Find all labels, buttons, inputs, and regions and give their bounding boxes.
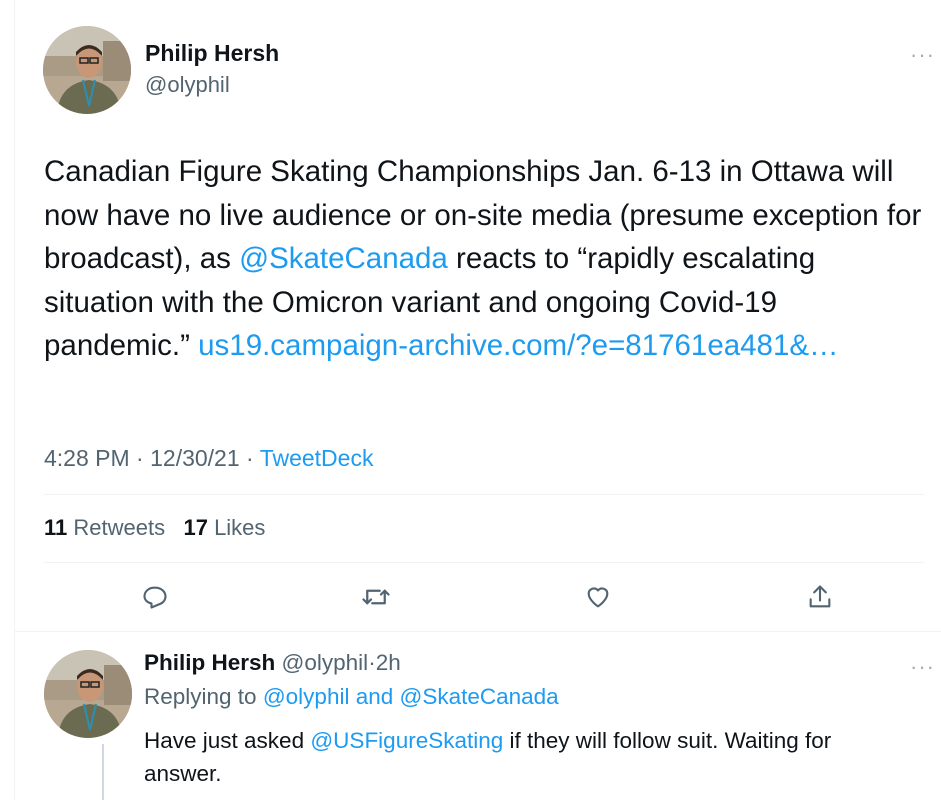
reply-button[interactable] [138,580,172,614]
reply-header: Philip Hersh @olyphil·2h [144,650,401,676]
reply-tweet[interactable]: Philip Hersh @olyphil·2h ··· Replying to… [14,632,941,800]
mention-link[interactable]: @SkateCanada [239,242,448,275]
meta-separator: · [136,445,144,471]
reply-author-handle[interactable]: @olyphil [282,650,369,675]
likes-label: Likes [214,515,266,540]
meta-separator: · [246,445,254,471]
retweets-stat[interactable]: 11 Retweets [44,515,165,540]
retweets-count: 11 [44,515,68,540]
avatar[interactable] [44,650,132,738]
likes-count: 17 [183,515,208,540]
reply-time[interactable]: 2h [376,650,401,675]
likes-stat[interactable]: 17 Likes [183,515,265,540]
tweet-stats: 11 Retweets 17 Likes [44,515,265,541]
replying-prefix: Replying to [144,684,263,709]
retweet-button[interactable] [359,580,393,614]
replying-to-links[interactable]: @olyphil and @SkateCanada [263,684,559,709]
tweet-time[interactable]: 4:28 PM [44,445,130,471]
divider [44,494,924,495]
reply-text-part1: Have just asked [144,728,311,753]
reply-author-name[interactable]: Philip Hersh [144,650,275,675]
meta-separator: · [368,650,376,675]
reply-text: Have just asked @USFigureSkating if they… [144,724,914,790]
thread-line [102,744,104,800]
main-tweet: Philip Hersh @olyphil ··· Canadian Figur… [14,0,941,631]
like-icon [587,587,609,608]
url-link[interactable]: us19.campaign-archive.com/?e=81761ea481&… [198,329,838,362]
more-options-icon[interactable]: ··· [910,44,935,66]
author-name[interactable]: Philip Hersh [145,40,279,67]
replying-to: Replying to @olyphil and @SkateCanada [144,684,559,710]
retweets-label: Retweets [73,515,166,540]
like-button[interactable] [581,580,615,614]
author-handle[interactable]: @olyphil [145,72,230,98]
share-icon [809,585,831,608]
mention-link[interactable]: @USFigureSkating [310,728,503,753]
share-button[interactable] [803,580,837,614]
avatar[interactable] [43,26,131,114]
tweet-text: Canadian Figure Skating Championships Ja… [44,150,924,368]
retweet-icon [362,589,390,605]
reply-icon [143,586,167,609]
tweet-date[interactable]: 12/30/21 [150,445,240,471]
tweet-source[interactable]: TweetDeck [260,445,374,471]
tweet-meta: 4:28 PM · 12/30/21 · TweetDeck [44,445,373,472]
divider [44,562,924,563]
more-options-icon[interactable]: ··· [910,656,935,678]
